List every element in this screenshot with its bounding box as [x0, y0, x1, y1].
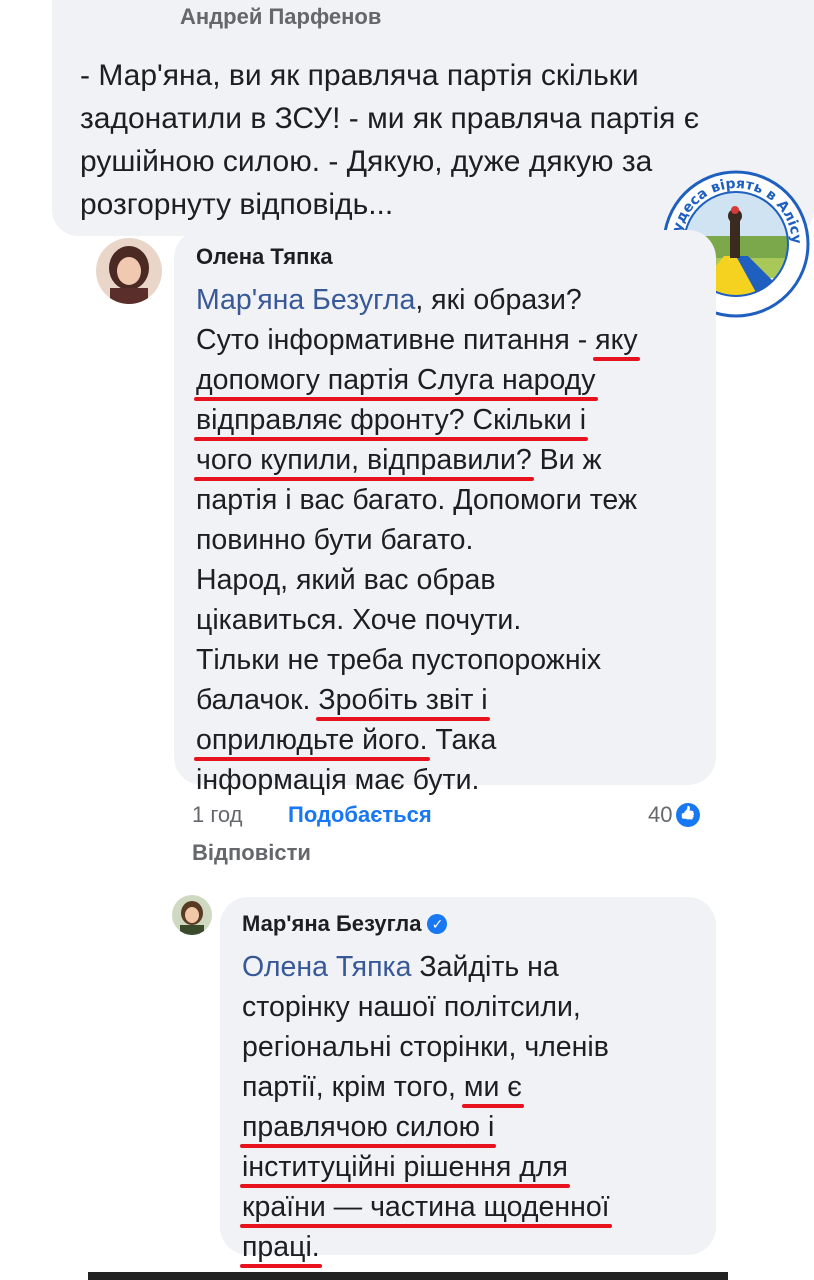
- text-span: партії, крім того,: [242, 1071, 464, 1103]
- text-line: сторінку нашої політсили,: [242, 991, 581, 1023]
- reply-author[interactable]: Мар'яна Безугла ✓: [242, 911, 448, 937]
- underlined-text: яку: [595, 324, 638, 356]
- text-line: інформація має бути.: [196, 764, 480, 796]
- reply-button[interactable]: Відповісти: [192, 840, 311, 866]
- text-line: Тільки не треба пустопорожніх: [196, 644, 602, 676]
- avatar[interactable]: [172, 895, 212, 935]
- reply-text: Олена Тяпка Зайдіть на сторінку нашої по…: [242, 947, 712, 1267]
- text-line: регіональні сторінки, членів: [242, 1031, 609, 1063]
- like-icon: [676, 803, 701, 827]
- comment-actions: 1 год Подобається 40 Відповісти: [192, 800, 722, 870]
- underlined-text: допомогу партія Слуга народу: [196, 364, 596, 396]
- comment-bubble: Олена Тяпка Мар'яна Безугла, які образи?…: [174, 230, 716, 796]
- top-comment-author[interactable]: Андрей Парфенов: [180, 4, 381, 30]
- text-span: Ви ж: [531, 444, 602, 476]
- reaction-count[interactable]: 40: [648, 802, 701, 828]
- underlined-text: країни — частина щоденної: [242, 1191, 610, 1223]
- text-span: Суто інформативне питання -: [196, 324, 596, 356]
- avatar[interactable]: [96, 238, 162, 304]
- like-button[interactable]: Подобається: [288, 802, 432, 828]
- mention-link[interactable]: Олена Тяпка: [242, 951, 411, 983]
- text-span: , які образи?: [415, 284, 582, 316]
- mention-link[interactable]: Мар'яна Безугла: [196, 284, 415, 316]
- comment-author[interactable]: Олена Тяпка: [196, 244, 333, 270]
- verified-icon: ✓: [427, 914, 448, 934]
- underlined-text: правлячою силою і: [242, 1111, 495, 1143]
- underlined-text: інституційні рішення для: [242, 1151, 568, 1183]
- bottom-bar: [88, 1272, 728, 1280]
- underlined-text: оприлюдьте його.: [196, 724, 428, 756]
- reply-author-name: Мар'яна Безугла: [242, 911, 422, 936]
- text-span: балачок.: [196, 684, 319, 716]
- underlined-text: Зробіть звіт і: [318, 684, 488, 716]
- text-line: партія і вас багато. Допомоги теж: [196, 484, 638, 516]
- top-comment-line: задонатили в ЗСУ! - ми як правляча парті…: [80, 102, 700, 135]
- underlined-text: ми є: [463, 1071, 522, 1103]
- text-span: Зайдіть на: [411, 951, 559, 983]
- underlined-text: праці.: [242, 1231, 320, 1263]
- underlined-text: чого купили, відправили?: [196, 444, 532, 476]
- reaction-count-value: 40: [648, 802, 673, 827]
- underlined-text: відправляє фронту? Скільки і: [196, 404, 587, 436]
- reply-bubble: Мар'яна Безугла ✓ Олена Тяпка Зайдіть на…: [220, 897, 716, 1263]
- text-line: цікавиться. Хоче почути.: [196, 604, 522, 636]
- comment-time[interactable]: 1 год: [192, 802, 242, 828]
- top-comment-line: - Мар'яна, ви як правляча партія скільки: [80, 59, 639, 92]
- comment-text: Мар'яна Безугла, які образи? Суто інформ…: [196, 280, 716, 800]
- text-line: Народ, який вас обрав: [196, 564, 496, 596]
- text-line: повинно бути багато.: [196, 524, 474, 556]
- text-span: Така: [427, 724, 497, 756]
